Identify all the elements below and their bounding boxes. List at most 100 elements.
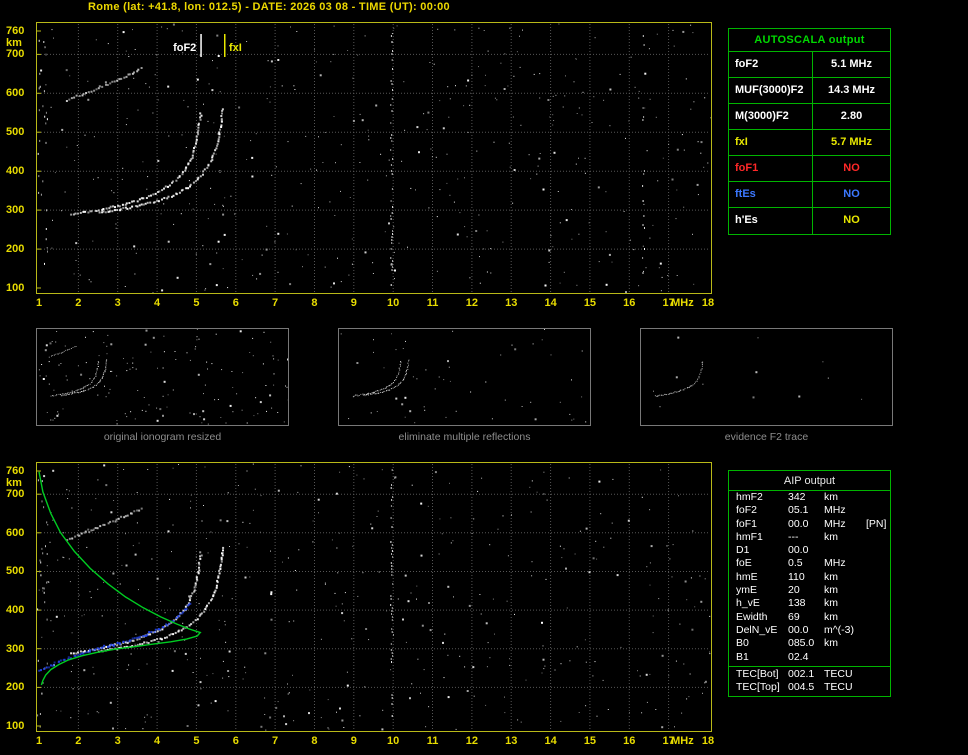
x-tick-label: 2 [75, 735, 82, 747]
aip-value: 002.1 [788, 667, 815, 680]
x-tick-label: 18 [701, 297, 715, 309]
y-tick-label: 500 [6, 565, 25, 578]
x-tick-label: 12 [465, 297, 478, 309]
svg-text:fxI: fxI [229, 42, 242, 54]
autoscala-row-m3000f2: M(3000)F2 2.80 [729, 104, 890, 130]
thumbnail-f2-trace-evidence [640, 328, 893, 426]
autoscala-table-body: foF2 5.1 MHz MUF(3000)F2 14.3 MHz M(3000)F2 2… [729, 52, 890, 234]
y-tick-label: 200 [6, 243, 25, 256]
autoscala-output-table: AUTOSCALA output foF2 5.1 MHz MUF(3000)F2 1… [728, 28, 891, 235]
aip-extra [866, 651, 890, 664]
x-tick-label: 3 [114, 297, 121, 309]
aip-extra [866, 668, 890, 681]
aip-unit: MHz [824, 517, 846, 530]
autoscala-row-hes: h'Es NO [729, 208, 890, 234]
aip-unit: km [824, 637, 838, 650]
aip-name: foF1 [736, 517, 758, 530]
x-tick-label: 4 [153, 735, 161, 747]
y-tick-label: 760 [6, 25, 25, 37]
thumbnail-multiples-removed [338, 328, 591, 426]
parameter-name: foF1 [729, 156, 813, 181]
bottom-ionogram-plot: 760 km 700 600 500 400 300 200 100 1 2 3 4 5 6 7 8 9 10 11 1… [6, 462, 714, 747]
plot-bottom-canvas [37, 463, 711, 731]
y-tick-label: 300 [6, 642, 25, 655]
thumb-2-canvas [653, 336, 863, 408]
aip-value: 02.4 [788, 650, 809, 663]
aip-name: hmF1 [736, 530, 763, 543]
thumbnail-caption-2: eliminate multiple reflections [398, 431, 531, 443]
aip-value: 342 [788, 491, 806, 503]
autoscala-window: Rome (lat: +41.8, lon: 012.5) - DATE: 20… [0, 0, 968, 755]
x-tick-label: 9 [350, 735, 357, 747]
aip-name: foF2 [736, 504, 758, 517]
parameter-name: M(3000)F2 [729, 104, 813, 129]
aip-extra [866, 544, 890, 557]
aip-extra [866, 681, 890, 694]
aip-output-table: AIP output hmF2 342 km foF2 05.1 MHz foF1 00.0 M… [728, 470, 891, 698]
aip-name: B0 [736, 637, 749, 650]
aip-unit: MHz [824, 557, 846, 570]
x-tick-label: 6 [232, 297, 239, 309]
aip-row-ewidth: Ewidth 69 km [729, 611, 890, 624]
y-axis-unit: km [6, 37, 22, 49]
parameter-name: foF2 [729, 52, 813, 77]
x-tick-label: 7 [272, 735, 279, 747]
aip-value: 00.0 [788, 623, 809, 636]
x-tick-label: 1 [35, 735, 43, 747]
aip-table-body: hmF2 342 km foF2 05.1 MHz foF1 00.0 MHz [PN] hmF1 -… [729, 491, 890, 664]
top-ionogram-plot: foF2 fxI 760 km 700 600 500 400 300 200 100 1 2 3 4 5 6 7… [6, 22, 714, 309]
aip-row-delnve: DelN_vE 00.0 m^(-3) [729, 624, 890, 637]
aip-extra [866, 504, 890, 517]
parameter-value: 5.1 MHz [831, 58, 872, 70]
y-tick-label: 700 [6, 48, 25, 61]
svg-text:foF2: foF2 [173, 42, 196, 54]
aip-extra [866, 584, 890, 597]
x-tick-label: 1 [35, 297, 43, 309]
aip-value: 20 [788, 584, 800, 597]
x-tick-label: 14 [544, 735, 557, 747]
aip-extra [866, 557, 890, 570]
aip-extra [866, 597, 890, 610]
aip-unit: TECU [824, 667, 853, 680]
plot-top-canvas: foF2 fxI [37, 23, 711, 293]
x-tick-label: 5 [193, 297, 200, 309]
aip-value: 110 [788, 570, 805, 583]
aip-table-title: AIP output [729, 471, 890, 491]
aip-name: hmF2 [736, 491, 763, 503]
aip-row-hmf1: hmF1 --- km [729, 531, 890, 544]
aip-unit: km [824, 610, 838, 623]
x-tick-label: 11 [426, 297, 439, 309]
x-tick-label: 13 [505, 297, 518, 309]
thumb-0-canvas [38, 329, 290, 425]
aip-unit [824, 544, 866, 557]
aip-name: ymE [736, 584, 757, 597]
aip-row-tecbot: TEC[Bot] 002.1 TECU [729, 668, 890, 681]
parameter-name: ftEs [729, 182, 813, 207]
y-tick-label: 400 [6, 165, 25, 178]
aip-row-fof1: foF1 00.0 MHz [PN] [729, 518, 890, 531]
y-tick-label: 300 [6, 204, 25, 217]
aip-row-tectop: TEC[Top] 004.5 TECU [729, 681, 890, 694]
x-tick-label: 9 [350, 297, 357, 309]
page-title: Rome (lat: +41.8, lon: 012.5) - DATE: 20… [88, 1, 450, 13]
parameter-value: 5.7 MHz [831, 136, 872, 148]
autoscala-row-ftes: ftEs NO [729, 182, 890, 208]
aip-name: TEC[Top] [736, 681, 780, 694]
aip-row-b0: B0 085.0 km [729, 637, 890, 650]
aip-unit: TECU [824, 681, 853, 694]
aip-name: foE [736, 557, 752, 570]
aip-unit: MHz [824, 504, 846, 517]
aip-value: 69 [788, 610, 800, 623]
y-tick-label: 600 [6, 526, 25, 539]
aip-name: hmE [736, 570, 758, 583]
x-tick-label: 12 [465, 735, 478, 747]
x-tick-label: 6 [232, 735, 239, 747]
x-tick-label: 18 [701, 735, 715, 747]
thumbnail-caption-1: original ionogram resized [103, 431, 222, 443]
x-tick-label: 11 [426, 735, 439, 747]
parameter-name: h'Es [729, 208, 813, 234]
x-tick-label: 15 [583, 735, 597, 747]
aip-unit: km [824, 584, 838, 597]
aip-value: 05.1 [788, 504, 809, 517]
x-tick-label: 14 [544, 297, 557, 309]
